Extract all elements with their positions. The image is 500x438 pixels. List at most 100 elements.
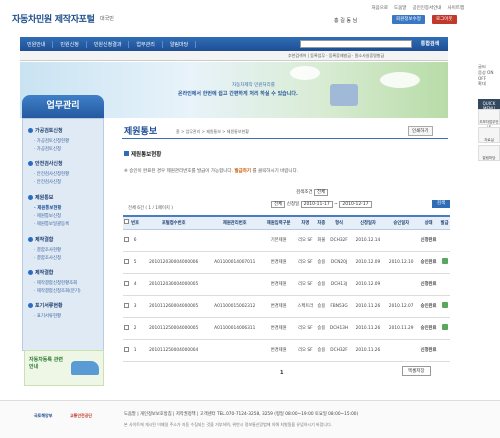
col-form: 형식 bbox=[326, 215, 352, 230]
sidebar-section-combine[interactable]: 제작결합 bbox=[28, 269, 53, 276]
edit-profile-button[interactable]: 회원정보수정 bbox=[392, 15, 425, 24]
sidebar-item[interactable]: 결함조사신청 bbox=[34, 255, 61, 261]
sidebar-item-active[interactable]: 제원통보현황 bbox=[34, 205, 61, 211]
result-count: 전체 6건 ( 1 / 1페이지 ) bbox=[128, 206, 173, 211]
cell-kind: 승용 bbox=[316, 295, 327, 318]
row-checkbox-cell[interactable] bbox=[123, 339, 130, 362]
status-select[interactable]: 전체 bbox=[271, 201, 286, 208]
sidebar-section-safety-inspection[interactable]: 안전검사신청 bbox=[28, 160, 63, 167]
issue-icon[interactable] bbox=[441, 324, 448, 330]
nav-item-manage[interactable]: 업무관리 bbox=[129, 40, 163, 48]
row-checkbox[interactable] bbox=[123, 258, 129, 264]
col-car: 차명 bbox=[294, 215, 317, 230]
search-button[interactable]: 통합검색 bbox=[414, 39, 446, 49]
cell-portal: 201011250004000005 bbox=[140, 317, 207, 340]
sidebar-item[interactable]: 표기서류현황 bbox=[34, 313, 61, 319]
util-cert-link[interactable]: 공인인증서안내 bbox=[412, 5, 441, 11]
sidebar-item[interactable]: 제작결합신청조회(분기) bbox=[34, 288, 81, 294]
select-all-checkbox[interactable] bbox=[123, 219, 129, 225]
cell-req: 2010.12.09 bbox=[351, 273, 385, 296]
sidebar-item[interactable]: 결함조사현황 bbox=[34, 247, 61, 253]
nav-item-apply[interactable]: 민원신청 bbox=[53, 40, 87, 48]
section-subtitle: 제원통보현황 bbox=[124, 150, 161, 158]
sidebar-section-defect[interactable]: 제작결함 bbox=[28, 236, 53, 243]
sidebar-banner[interactable]: 자동차등록 관련 안내 bbox=[24, 350, 104, 386]
search-input[interactable] bbox=[300, 40, 412, 48]
title-divider bbox=[122, 138, 448, 139]
sidebar-item[interactable]: 안전검사신청현황 bbox=[34, 171, 69, 177]
condition-select[interactable]: 전체 bbox=[314, 189, 329, 196]
excel-save-button[interactable]: 엑셀저장 bbox=[402, 366, 431, 376]
date-to-input[interactable]: 2010-12-17 bbox=[339, 201, 372, 208]
issue-icon[interactable] bbox=[441, 302, 448, 308]
cell-issue[interactable] bbox=[439, 251, 450, 274]
table-row[interactable]: 4 201012030004000005 변경제원 리오 SF 승용 DCH13J 2010… bbox=[123, 273, 450, 296]
search-condition: 검색조건 전체 bbox=[296, 189, 329, 196]
row-checkbox-cell[interactable] bbox=[123, 273, 130, 296]
print-button[interactable]: 인쇄하기 bbox=[408, 126, 433, 136]
table-row[interactable]: 2 201011250004000005 A01100014006311 변경제원 리오… bbox=[123, 317, 450, 340]
table-row[interactable]: 1 201011250004000004 변경제원 리오 SF 승용 DCH32F 2010… bbox=[123, 339, 450, 362]
issue-icon[interactable] bbox=[441, 258, 448, 264]
date-from-input[interactable]: 2010-11-17 bbox=[300, 201, 333, 208]
notice-text: ※ 승인이 완료된 경우 제원관리번호를 발급이 가능합니다. 발급하기 를 클… bbox=[124, 169, 299, 174]
cell-issue[interactable] bbox=[439, 317, 450, 340]
row-checkbox[interactable] bbox=[123, 302, 129, 308]
filter-search-button[interactable]: 검색 bbox=[432, 200, 450, 208]
util-sitemap-link[interactable]: 사이트맵 bbox=[447, 5, 464, 11]
row-checkbox-cell[interactable] bbox=[123, 295, 130, 318]
cell-status: 신청완료 bbox=[417, 339, 440, 362]
sound-toggle[interactable]: 음성 ON OFF bbox=[478, 70, 500, 81]
col-check[interactable] bbox=[123, 215, 130, 230]
row-checkbox[interactable] bbox=[123, 346, 129, 352]
quick-item-archive[interactable]: 자료실 bbox=[478, 127, 500, 143]
sidebar-item[interactable]: 가공검토신청 bbox=[34, 146, 61, 152]
util-home-link[interactable]: 처음으로 bbox=[371, 5, 388, 11]
cell-portal bbox=[140, 229, 207, 252]
sidebar-title: 업무관리 bbox=[22, 95, 104, 118]
sidebar-item[interactable]: 제원통보신청 bbox=[34, 213, 61, 219]
sidebar-section-processing-review[interactable]: 가공검토신청 bbox=[28, 127, 63, 134]
row-checkbox-cell[interactable] bbox=[123, 251, 130, 274]
row-checkbox-cell[interactable] bbox=[123, 317, 130, 340]
sidebar-section-spec-report[interactable]: 제원통보 bbox=[28, 194, 53, 201]
zoom-control[interactable]: 확대 bbox=[478, 81, 500, 87]
site-logo[interactable]: 자동차민원 제작자포털 bbox=[12, 12, 95, 25]
sidebar-item[interactable]: 제원통보일괄등록 bbox=[34, 221, 69, 227]
nav-item-guide[interactable]: 민원안내 bbox=[20, 40, 54, 48]
quick-item-notice[interactable]: 알림마당 bbox=[478, 145, 500, 161]
cell-no: 6 bbox=[129, 229, 141, 252]
col-no: 번호 bbox=[129, 215, 141, 230]
row-checkbox[interactable] bbox=[123, 324, 129, 330]
cell-spec: A01100014007011 bbox=[206, 251, 263, 274]
table-row[interactable]: 6 기본제원 리오 SF 화물 DCH32F 2010.12.14 신청완료 bbox=[123, 229, 450, 252]
col-ok: 승인일자 bbox=[384, 215, 418, 230]
cell-req: 2010.12.14 bbox=[351, 229, 385, 252]
page-title: 제원통보 bbox=[124, 127, 158, 137]
col-req: 신청일자 bbox=[351, 215, 385, 230]
footer-links[interactable]: 도움말 | 개인정보보호방침 | 저작권정책 | 고객센터 TEL.070-71… bbox=[124, 411, 358, 417]
nav-item-result[interactable]: 민원신청결과 bbox=[87, 40, 130, 48]
pagination-current[interactable]: 1 bbox=[280, 370, 283, 376]
nav-item-notice[interactable]: 알림마당 bbox=[163, 40, 197, 48]
sidebar-item[interactable]: 가공검토신청현황 bbox=[34, 138, 69, 144]
quick-item-guide[interactable]: 초보자업무안내 bbox=[478, 109, 500, 129]
sidebar-item[interactable]: 제작결합신청현황조회 bbox=[34, 280, 77, 286]
sidebar-item[interactable]: 안전검사신청 bbox=[34, 179, 61, 185]
cell-type: 기본제원 bbox=[262, 229, 295, 252]
util-help-link[interactable]: 도움말 bbox=[394, 5, 406, 11]
row-checkbox[interactable] bbox=[123, 280, 129, 286]
cell-status: 승인완료 bbox=[417, 295, 440, 318]
recommended-keywords[interactable]: 추천검색어 | 등록업무 · 등록증재발급 · 말소사실증명발급 bbox=[288, 53, 384, 59]
row-checkbox-cell[interactable] bbox=[123, 229, 130, 252]
logout-button[interactable]: 로그아웃 bbox=[432, 15, 457, 24]
col-portal: 포털접수번호 bbox=[140, 215, 207, 230]
table-row[interactable]: 5 201012030004000006 A01100014007011 변경제원 리오… bbox=[123, 251, 450, 274]
table-row[interactable]: 3 201011260004000005 A01100015002312 변경제원 스펙… bbox=[123, 295, 450, 318]
cell-form: DCH13H bbox=[326, 317, 352, 340]
row-checkbox[interactable] bbox=[123, 236, 129, 242]
checkbox-icon bbox=[124, 151, 129, 156]
cell-issue[interactable] bbox=[439, 295, 450, 318]
sidebar-section-documents[interactable]: 포기서류현황 bbox=[28, 302, 63, 309]
cell-status: 승인완료 bbox=[417, 251, 440, 274]
